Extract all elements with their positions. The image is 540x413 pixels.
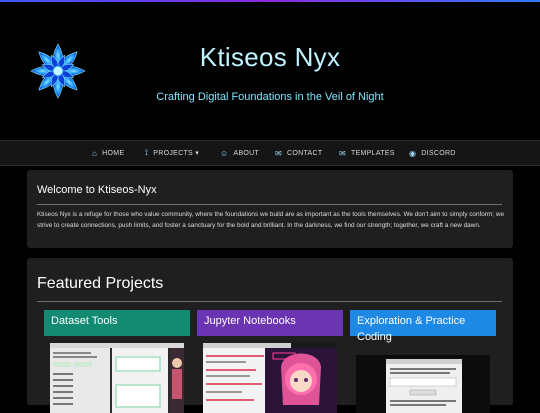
- dataset-tools-screenshot: [50, 343, 184, 413]
- nav-item-label: TEMPLATES: [351, 149, 395, 157]
- exploration-practice-screenshot: [356, 355, 490, 413]
- divider: [37, 301, 502, 302]
- envelope-icon: ✉: [275, 148, 283, 158]
- site-header: Ktiseos Nyx Crafting Digital Foundations…: [0, 2, 540, 140]
- welcome-heading: Welcome to Ktiseos-Nyx: [37, 184, 157, 196]
- divider: [37, 204, 502, 205]
- site-title: Ktiseos Nyx: [199, 42, 341, 72]
- welcome-body: Ktiseos Nyx is a refuge for those who va…: [37, 211, 505, 229]
- welcome-panel: Welcome to Ktiseos-Nyx Ktiseos Nyx is a …: [27, 170, 513, 248]
- nav-item-templates[interactable]: ✉ TEMPLATES: [339, 141, 395, 165]
- jupyter-notebooks-screenshot: [203, 343, 337, 413]
- nav-item-about[interactable]: ☺ ABOUT: [220, 141, 259, 165]
- home-icon: ⌂: [92, 148, 98, 158]
- user-icon: ☺: [220, 148, 229, 158]
- card-title[interactable]: Jupyter Notebooks: [197, 310, 343, 336]
- nav-item-contact[interactable]: ✉ CONTACT: [275, 141, 322, 165]
- project-card-jupyter-notebooks[interactable]: Jupyter Notebooks: [197, 310, 343, 413]
- project-card-dataset-tools[interactable]: Dataset Tools: [44, 310, 190, 413]
- project-card-exploration-practice[interactable]: Exploration & Practice Coding: [350, 310, 496, 413]
- discord-icon: ◉: [409, 148, 417, 158]
- nav-item-label: CONTACT: [287, 149, 323, 157]
- featured-projects-panel: Featured Projects Dataset Tools Jupyter …: [27, 258, 513, 413]
- nav-item-home[interactable]: ⌂ HOME: [92, 141, 124, 165]
- nav-item-label: ABOUT: [233, 149, 260, 157]
- envelope-icon: ✉: [339, 148, 347, 158]
- site-subtitle: Crafting Digital Foundations in the Veil…: [156, 91, 384, 103]
- main-nav: ⌂ HOME ⟟ PROJECTS ▾ ☺ ABOUT ✉ CONTACT ✉ …: [0, 140, 540, 166]
- nav-item-label: DISCORD: [421, 149, 456, 157]
- card-title[interactable]: Exploration & Practice Coding: [350, 310, 496, 343]
- card-title[interactable]: Dataset Tools: [44, 310, 190, 336]
- nav-item-projects[interactable]: ⟟ PROJECTS ▾: [145, 141, 199, 165]
- lotus-logo-icon[interactable]: [29, 42, 87, 100]
- nav-item-discord[interactable]: ◉ DISCORD: [409, 141, 456, 165]
- sitemap-icon: ⟟: [145, 148, 149, 157]
- nav-item-label: PROJECTS ▾: [153, 150, 200, 157]
- nav-item-label: HOME: [102, 149, 125, 157]
- featured-heading: Featured Projects: [37, 275, 164, 292]
